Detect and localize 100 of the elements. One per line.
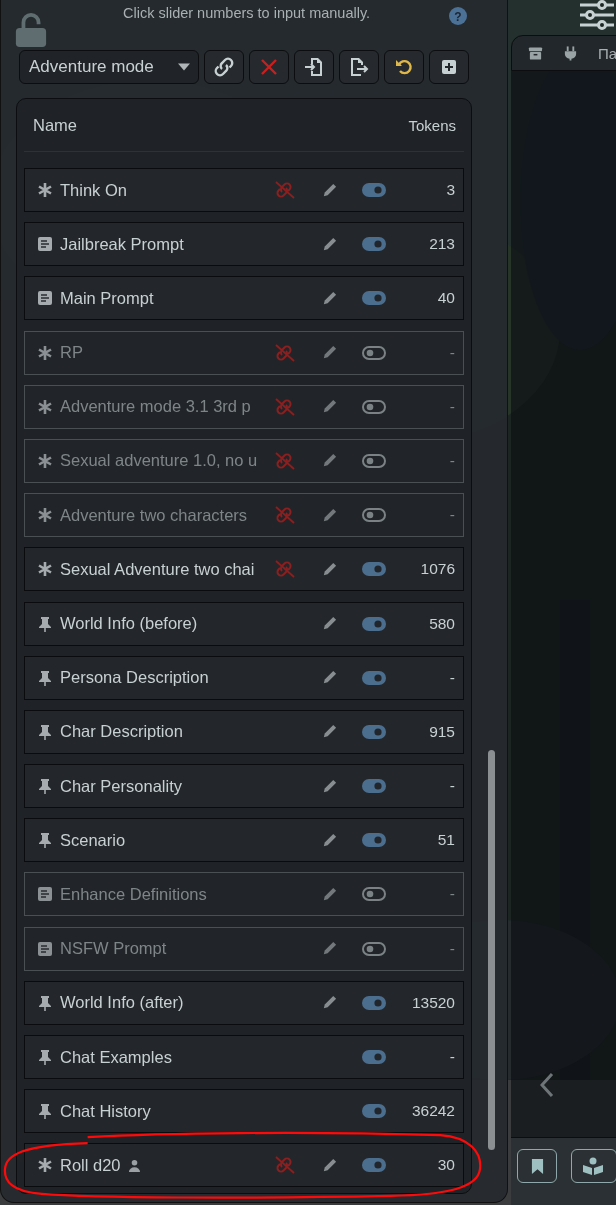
toggle-switch[interactable] [362,670,386,685]
preset-dropdown[interactable]: Adventure mode [19,50,199,84]
prompt-name: Adventure mode 3.1 3rd p [60,397,251,417]
prompt-row[interactable]: World Info (before) 580 [24,601,464,646]
toggle-switch[interactable] [362,399,386,414]
pin-icon [37,723,53,740]
token-count: 13520 [410,993,455,1012]
chevron-left-icon[interactable] [540,1072,554,1098]
prompt-name: Jailbreak Prompt [60,234,184,254]
column-header: Tokens [408,116,456,134]
document-icon [37,236,53,253]
prompt-name: RP [60,343,83,363]
prompt-name: World Info (after) [60,993,184,1013]
prompt-name: Roll d20 [60,1155,121,1175]
close-button[interactable] [249,50,289,84]
toggle-switch[interactable] [362,833,386,848]
toggle-switch[interactable] [362,345,386,360]
import-file-icon [304,57,324,77]
caret-icon [178,63,190,71]
prompt-row[interactable]: World Info (after) 13520 [24,980,464,1025]
toggle-switch[interactable] [362,995,386,1010]
prompt-name: Char Description [60,722,183,742]
prompt-row[interactable]: Adventure two characters - [24,493,464,538]
prompt-row[interactable]: Persona Description - [24,655,464,700]
add-button[interactable] [429,50,469,84]
prompt-name: Adventure two characters [60,505,248,525]
plug-icon[interactable] [563,45,578,61]
toggle-switch[interactable] [362,237,386,252]
token-count: 580 [428,614,455,633]
toggle-switch[interactable] [362,779,386,794]
prompt-row[interactable]: Think On 3 [24,168,464,212]
toggle-switch[interactable] [362,508,386,523]
book-reader-icon [582,1157,604,1175]
sliders-icon[interactable] [578,0,616,30]
token-count: 915 [428,722,455,741]
pin-icon [37,669,53,686]
bookmark-button[interactable] [517,1149,557,1183]
asterisk-icon [37,561,53,578]
toggle-switch[interactable] [362,724,386,739]
link-button[interactable] [204,50,244,84]
toggle-switch[interactable] [362,887,386,902]
prompt-row[interactable]: Char Personality - [24,764,464,809]
prompt-row[interactable]: Main Prompt 40 [24,276,464,321]
token-count: 30 [436,1156,455,1175]
prompt-row[interactable]: Roll d20 30 [24,1143,464,1188]
toggle-switch[interactable] [362,291,386,306]
prompt-row[interactable]: Chat History 36242 [24,1089,464,1134]
prompt-row[interactable]: Chat Examples - [24,1035,464,1079]
toggle-switch[interactable] [362,562,386,577]
export-file-button[interactable] [339,50,379,84]
import-file-button[interactable] [294,50,334,84]
prompt-row[interactable]: RP - [24,330,464,375]
asterisk-icon [37,182,53,198]
prompt-name: Enhance Definitions [60,884,207,904]
prompt-row[interactable]: Sexual Adventure two chai 1076 [24,547,464,592]
prompt-row[interactable]: NSFW Prompt - [24,926,464,971]
document-icon [37,940,53,957]
prompt-row[interactable]: Enhance Definitions - [24,872,464,917]
prompt-name: Char Personality [60,776,182,796]
toggle-switch[interactable] [362,183,386,197]
prompt-row[interactable]: Adventure mode 3.1 3rd p - [24,384,464,429]
toggle-switch[interactable] [362,616,386,631]
pin-icon [37,994,53,1011]
token-count: 36242 [410,1102,455,1121]
prompt-row[interactable]: Scenario 51 [24,818,464,863]
prompt-row[interactable]: Sexual adventure 1.0, no u - [24,438,464,483]
token-count: - [448,668,455,687]
asterisk-icon [37,398,53,415]
asterisk-icon [37,1157,53,1174]
prompt-row[interactable]: Jailbreak Prompt 213 [24,222,464,267]
unlock-icon[interactable] [14,12,48,48]
prompt-name: Chat Examples [60,1047,172,1067]
link-icon [214,57,234,77]
token-count: 51 [436,831,455,850]
prompt-name: Chat History [60,1101,151,1121]
pin-icon [37,1103,53,1120]
prompt-name: Scenario [60,830,126,850]
hint-text: Click slider numbers to input manually. [123,5,371,21]
prompt-row[interactable]: Char Description 915 [24,709,464,754]
token-count: - [448,506,455,525]
archive-icon[interactable] [528,45,543,61]
prompt-name: World Info (before) [60,614,198,633]
scrollbar-thumb[interactable] [488,750,495,1150]
undo-button[interactable] [384,50,424,84]
export-file-icon [349,57,369,77]
token-count: - [448,451,455,470]
asterisk-icon [37,344,53,361]
toggle-switch[interactable] [362,1104,386,1119]
toggle-switch[interactable] [362,453,386,468]
toggle-switch[interactable] [362,1050,386,1064]
toggle-switch[interactable] [362,1158,386,1173]
document-icon [37,290,53,307]
token-count: - [448,777,455,796]
pin-icon [37,832,53,849]
prompt-name: Sexual Adventure two chai [60,559,255,579]
toggle-switch[interactable] [362,941,386,956]
prompt-name: Think On [60,180,127,200]
prompt-name: NSFW Prompt [60,939,167,959]
token-count: - [448,1048,455,1066]
add-icon [439,57,459,77]
